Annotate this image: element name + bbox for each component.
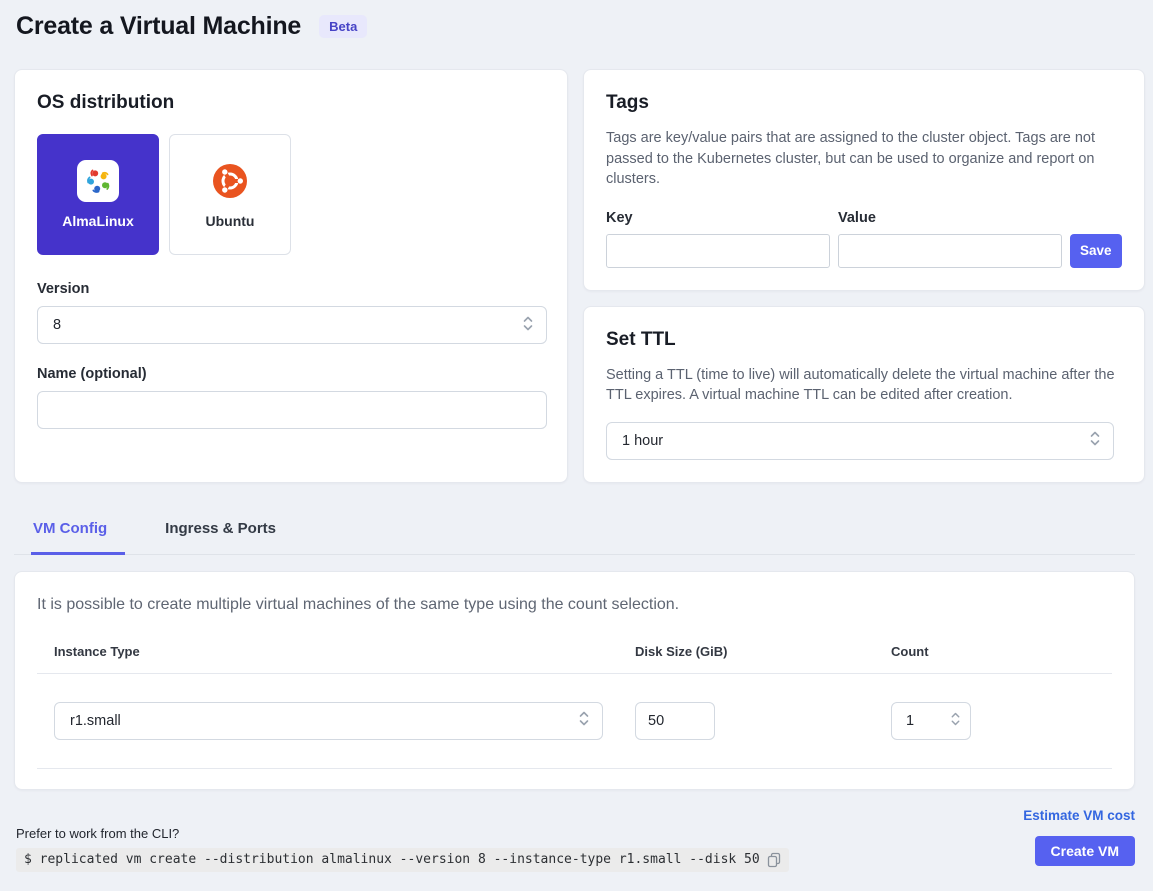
count-value: 1 [906, 713, 914, 729]
save-tag-button[interactable]: Save [1070, 234, 1122, 268]
tab-ingress-ports[interactable]: Ingress & Ports [165, 510, 276, 555]
beta-badge: Beta [319, 15, 367, 38]
column-disk-size: Disk Size (GiB) [635, 644, 891, 659]
actions-section: Estimate VM cost Create VM [1023, 808, 1135, 872]
tag-value-label: Value [838, 210, 1062, 226]
os-option-label: Ubuntu [206, 213, 255, 229]
ubuntu-logo-icon [209, 160, 251, 202]
tags-card: Tags Tags are key/value pairs that are a… [583, 69, 1145, 291]
tab-bar: VM Config Ingress & Ports [14, 510, 1135, 555]
vm-config-intro: It is possible to create multiple virtua… [37, 596, 1112, 614]
vm-config-card: It is possible to create multiple virtua… [14, 571, 1135, 790]
cli-section: Prefer to work from the CLI? $ replicate… [14, 826, 789, 872]
vm-config-table-header: Instance Type Disk Size (GiB) Count [37, 644, 1112, 659]
tags-form: Key Value Save [606, 210, 1122, 268]
table-divider [37, 768, 1112, 769]
ttl-select-value: 1 hour [622, 433, 663, 449]
vm-name-label: Name (optional) [37, 366, 545, 382]
version-select-value: 8 [53, 317, 61, 333]
page-footer: Prefer to work from the CLI? $ replicate… [14, 808, 1135, 872]
os-option-label: AlmaLinux [62, 213, 134, 229]
ttl-card: Set TTL Setting a TTL (time to live) wil… [583, 306, 1145, 483]
column-instance-type: Instance Type [54, 644, 635, 659]
tags-title: Tags [606, 92, 1122, 114]
count-stepper[interactable]: 1 [891, 702, 971, 740]
ttl-description: Setting a TTL (time to live) will automa… [606, 365, 1122, 406]
cli-prompt: Prefer to work from the CLI? [16, 826, 789, 841]
table-row: r1.small 1 [37, 674, 1112, 768]
top-grid: OS distribution [14, 69, 1135, 483]
copy-icon[interactable] [767, 852, 781, 868]
chevron-updown-icon [578, 710, 590, 731]
os-distribution-card: OS distribution [14, 69, 568, 483]
chevron-updown-icon [1089, 430, 1101, 451]
ttl-select[interactable]: 1 hour [606, 422, 1114, 460]
instance-type-select[interactable]: r1.small [54, 702, 603, 740]
disk-size-input[interactable] [635, 702, 715, 740]
tags-description: Tags are key/value pairs that are assign… [606, 128, 1122, 190]
instance-type-value: r1.small [70, 713, 121, 729]
vm-name-input[interactable] [37, 391, 547, 429]
right-column: Tags Tags are key/value pairs that are a… [583, 69, 1145, 483]
tag-key-label: Key [606, 210, 830, 226]
os-option-ubuntu[interactable]: Ubuntu [169, 134, 291, 255]
chevron-updown-icon [522, 315, 534, 336]
estimate-vm-cost-link[interactable]: Estimate VM cost [1023, 808, 1135, 823]
version-label: Version [37, 281, 545, 297]
column-count: Count [891, 644, 1095, 659]
ttl-title: Set TTL [606, 329, 1122, 351]
os-tile-group: AlmaLinux [37, 134, 545, 255]
tab-vm-config[interactable]: VM Config [31, 510, 125, 555]
create-vm-button[interactable]: Create VM [1035, 836, 1135, 866]
cli-command-text: $ replicated vm create --distribution al… [24, 852, 760, 867]
tag-value-input[interactable] [838, 234, 1062, 268]
os-option-almalinux[interactable]: AlmaLinux [37, 134, 159, 255]
os-distribution-title: OS distribution [37, 92, 545, 114]
page-header: Create a Virtual Machine Beta [14, 12, 1135, 41]
version-select[interactable]: 8 [37, 306, 547, 344]
chevron-updown-icon [950, 711, 961, 731]
tag-key-input[interactable] [606, 234, 830, 268]
cli-command-block: $ replicated vm create --distribution al… [16, 848, 789, 872]
almalinux-logo-icon [77, 160, 119, 202]
page-title: Create a Virtual Machine [16, 12, 301, 41]
